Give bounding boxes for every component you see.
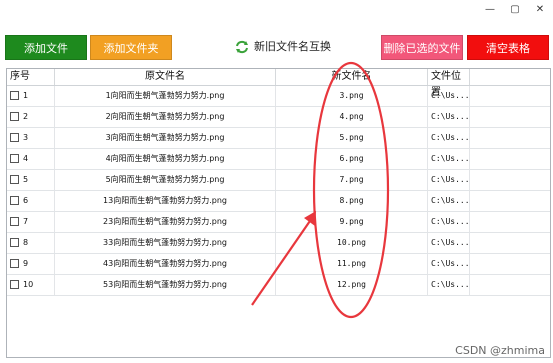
new-name-cell: 3.png — [276, 86, 428, 106]
original-name-cell: 3向阳而生朝气蓬勃努力努力.png — [55, 128, 276, 148]
empty-cell — [470, 254, 550, 274]
row-checkbox[interactable] — [10, 238, 19, 247]
row-index: 3 — [23, 133, 29, 142]
row-index: 7 — [23, 217, 29, 226]
index-cell: 9 — [7, 254, 55, 274]
row-checkbox[interactable] — [10, 91, 19, 100]
new-name-cell: 7.png — [276, 170, 428, 190]
header-location[interactable]: 文件位置 — [428, 69, 470, 98]
add-folder-button[interactable]: 添加文件夹 — [90, 35, 172, 60]
empty-cell — [470, 275, 550, 295]
original-name-cell: 4向阳而生朝气蓬勃努力努力.png — [55, 149, 276, 169]
empty-cell — [470, 212, 550, 232]
row-checkbox[interactable] — [10, 280, 19, 289]
new-name-cell: 6.png — [276, 149, 428, 169]
index-cell: 4 — [7, 149, 55, 169]
row-index: 5 — [23, 175, 29, 184]
row-checkbox[interactable] — [10, 196, 19, 205]
original-name-cell: 13向阳而生朝气蓬勃努力努力.png — [55, 191, 276, 211]
index-cell: 5 — [7, 170, 55, 190]
row-index: 2 — [23, 112, 29, 121]
index-cell: 8 — [7, 233, 55, 253]
header-index[interactable]: 序号 — [7, 69, 55, 85]
delete-selected-button[interactable]: 删除已选的文件 — [381, 35, 463, 60]
new-name-cell: 4.png — [276, 107, 428, 127]
row-checkbox[interactable] — [10, 112, 19, 121]
row-checkbox[interactable] — [10, 217, 19, 226]
new-name-cell: 9.png — [276, 212, 428, 232]
row-index: 10 — [23, 280, 34, 289]
row-checkbox[interactable] — [10, 175, 19, 184]
swap-names-button[interactable]: 新旧文件名互换 — [234, 38, 331, 56]
empty-cell — [470, 233, 550, 253]
table-row[interactable]: 4 4向阳而生朝气蓬勃努力努力.png 6.png C:\Us... — [7, 149, 550, 170]
original-name-cell: 1向阳而生朝气蓬勃努力努力.png — [55, 86, 276, 106]
index-cell: 7 — [7, 212, 55, 232]
location-cell: C:\Us... — [428, 212, 470, 232]
header-empty — [470, 69, 550, 85]
table-row[interactable]: 5 5向阳而生朝气蓬勃努力努力.png 7.png C:\Us... — [7, 170, 550, 191]
original-name-cell: 43向阳而生朝气蓬勃努力努力.png — [55, 254, 276, 274]
row-index: 8 — [23, 238, 29, 247]
row-checkbox[interactable] — [10, 133, 19, 142]
location-cell: C:\Us... — [428, 191, 470, 211]
close-button[interactable]: ✕ — [530, 2, 550, 18]
location-cell: C:\Us... — [428, 107, 470, 127]
refresh-icon — [236, 40, 248, 54]
empty-cell — [470, 149, 550, 169]
original-name-cell: 23向阳而生朝气蓬勃努力努力.png — [55, 212, 276, 232]
clear-table-button[interactable]: 清空表格 — [467, 35, 549, 60]
index-cell: 10 — [7, 275, 55, 295]
location-cell: C:\Us... — [428, 149, 470, 169]
minimize-button[interactable]: — — [480, 2, 500, 18]
location-cell: C:\Us... — [428, 128, 470, 148]
table-row[interactable]: 1 1向阳而生朝气蓬勃努力努力.png 3.png C:\Us... — [7, 86, 550, 107]
index-cell: 1 — [7, 86, 55, 106]
location-cell: C:\Us... — [428, 233, 470, 253]
original-name-cell: 2向阳而生朝气蓬勃努力努力.png — [55, 107, 276, 127]
header-original-name[interactable]: 原文件名 — [55, 69, 276, 85]
empty-cell — [470, 86, 550, 106]
empty-cell — [470, 128, 550, 148]
index-cell: 6 — [7, 191, 55, 211]
original-name-cell: 33向阳而生朝气蓬勃努力努力.png — [55, 233, 276, 253]
table-row[interactable]: 9 43向阳而生朝气蓬勃努力努力.png 11.png C:\Us... — [7, 254, 550, 275]
watermark: CSDN @zhmima — [455, 344, 545, 357]
row-checkbox[interactable] — [10, 259, 19, 268]
new-name-cell: 10.png — [276, 233, 428, 253]
row-index: 4 — [23, 154, 29, 163]
empty-cell — [470, 191, 550, 211]
add-file-button[interactable]: 添加文件 — [5, 35, 87, 60]
maximize-button[interactable]: ▢ — [505, 2, 525, 18]
title-bar: — ▢ ✕ — [0, 0, 553, 22]
empty-cell — [470, 170, 550, 190]
table-row[interactable]: 7 23向阳而生朝气蓬勃努力努力.png 9.png C:\Us... — [7, 212, 550, 233]
file-table: 序号 原文件名 新文件名 文件位置 1 1向阳而生朝气蓬勃努力努力.png 3.pn… — [6, 68, 551, 358]
new-name-cell: 8.png — [276, 191, 428, 211]
table-row[interactable]: 2 2向阳而生朝气蓬勃努力努力.png 4.png C:\Us... — [7, 107, 550, 128]
location-cell: C:\Us... — [428, 254, 470, 274]
row-index: 6 — [23, 196, 29, 205]
table-row[interactable]: 6 13向阳而生朝气蓬勃努力努力.png 8.png C:\Us... — [7, 191, 550, 212]
location-cell: C:\Us... — [428, 86, 470, 106]
row-index: 9 — [23, 259, 29, 268]
index-cell: 3 — [7, 128, 55, 148]
location-cell: C:\Us... — [428, 275, 470, 295]
table-row[interactable]: 8 33向阳而生朝气蓬勃努力努力.png 10.png C:\Us... — [7, 233, 550, 254]
original-name-cell: 5向阳而生朝气蓬勃努力努力.png — [55, 170, 276, 190]
original-name-cell: 53向阳而生朝气蓬勃努力努力.png — [55, 275, 276, 295]
location-cell: C:\Us... — [428, 170, 470, 190]
table-row[interactable]: 10 53向阳而生朝气蓬勃努力努力.png 12.png C:\Us... — [7, 275, 550, 296]
empty-cell — [470, 107, 550, 127]
row-index: 1 — [23, 91, 29, 100]
table-header: 序号 原文件名 新文件名 文件位置 — [7, 69, 550, 98]
row-checkbox[interactable] — [10, 154, 19, 163]
new-name-cell: 12.png — [276, 275, 428, 295]
table-row[interactable]: 3 3向阳而生朝气蓬勃努力努力.png 5.png C:\Us... — [7, 128, 550, 149]
header-new-name[interactable]: 新文件名 — [276, 69, 428, 85]
new-name-cell: 5.png — [276, 128, 428, 148]
new-name-cell: 11.png — [276, 254, 428, 274]
index-cell: 2 — [7, 107, 55, 127]
swap-names-label: 新旧文件名互换 — [254, 40, 331, 53]
